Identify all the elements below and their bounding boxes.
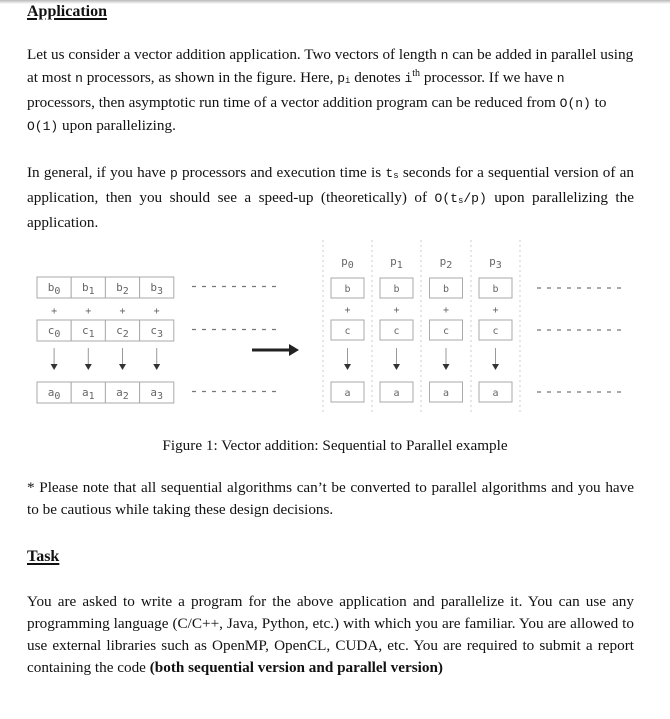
processor-label: p1 xyxy=(390,255,403,271)
intro-paragraph: Let us consider a vector addition applic… xyxy=(27,46,634,134)
processor-label: p0 xyxy=(341,255,354,271)
processor-column: p3 b c a + xyxy=(478,255,513,403)
parallel-diagram: p0 b c a + p1 b c a + p2 b c a + p3 b c a + xyxy=(322,240,621,415)
processor-b-label: b xyxy=(443,284,449,295)
processor-b-label: b xyxy=(393,284,399,295)
plus-sign: + xyxy=(492,305,498,316)
down-arrow xyxy=(50,348,58,370)
plus-sign: + xyxy=(154,306,160,317)
speedup-paragraph: In general, if you have p processors and… xyxy=(27,164,634,231)
a-row-vector: a0 a1 a2 a3 xyxy=(36,381,175,404)
down-arrow xyxy=(393,348,400,370)
down-arrow xyxy=(492,348,499,370)
down-arrow xyxy=(442,348,450,370)
plus-sign: + xyxy=(344,305,350,316)
processor-label: p3 xyxy=(489,255,502,271)
plus-sign: + xyxy=(443,305,449,316)
plus-sign: + xyxy=(119,306,125,317)
processor-b-label: b xyxy=(344,284,350,295)
down-arrow xyxy=(119,348,126,370)
plus-sign: + xyxy=(393,305,399,316)
b-row-vector: b0 b1 b2 b3 xyxy=(36,276,175,299)
processor-c-label: c xyxy=(492,326,498,337)
sequential-diagram: b0 b1 b2 b3 c0 c1 c2 c3 a0 a1 a2 a3 + + + + xyxy=(36,276,276,404)
vector-addition-figure: b0 b1 b2 b3 c0 c1 c2 c3 a0 a1 a2 a3 + + + + p0 b c a + p1 b c a… xyxy=(36,240,621,415)
deliverable-emphasis: (both sequential version and parallel ve… xyxy=(149,659,443,676)
processor-label: p2 xyxy=(440,255,453,271)
processor-b-label: b xyxy=(492,284,498,295)
down-arrow xyxy=(84,348,92,370)
down-arrow xyxy=(344,348,351,370)
task-paragraph: You are asked to write a program for the… xyxy=(27,593,634,676)
task-heading: Task xyxy=(27,548,60,565)
processor-column: p2 b c a + xyxy=(429,255,463,403)
processor-column: p1 b c a + xyxy=(379,255,414,403)
processor-c-label: c xyxy=(393,326,399,337)
note-paragraph: * Please note that all sequential algori… xyxy=(27,479,634,518)
plus-sign: + xyxy=(85,306,91,317)
figure-caption: Figure 1: Vector addition: Sequential to… xyxy=(162,437,508,454)
processor-a-label: a xyxy=(393,388,399,399)
processor-a-label: a xyxy=(443,388,449,399)
processor-c-label: c xyxy=(344,326,350,337)
sequential-to-parallel-arrow xyxy=(252,344,299,356)
processor-a-label: a xyxy=(344,388,350,399)
processor-a-label: a xyxy=(492,388,498,399)
down-arrow xyxy=(153,348,161,370)
processor-column: p0 b c a + xyxy=(330,255,365,403)
processor-c-label: c xyxy=(443,326,449,337)
plus-sign: + xyxy=(51,306,57,317)
application-heading: Application xyxy=(27,3,108,20)
c-row-vector: c0 c1 c2 c3 xyxy=(36,319,175,342)
